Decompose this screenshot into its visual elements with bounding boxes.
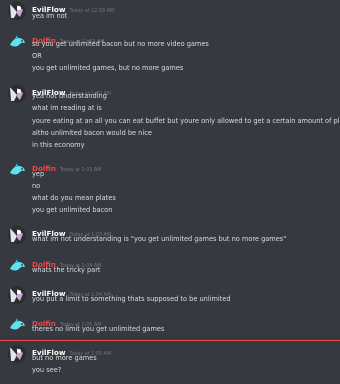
message-timestamp: Today at 12:58 AM (69, 9, 114, 14)
message-text: whats the tricky part (32, 266, 101, 274)
message-text: OR (32, 52, 42, 60)
message-text: what do you mean plates (32, 194, 116, 202)
message-timestamp: Today at 1:03 AM (59, 168, 102, 173)
message-text: yea not understanding (32, 92, 107, 100)
message-text: no (32, 182, 41, 190)
dolfin-avatar[interactable] (8, 316, 26, 334)
evilflow-avatar[interactable] (8, 286, 26, 304)
dolfin-avatar[interactable] (8, 33, 26, 51)
message-text: what im reading at is (32, 104, 102, 112)
message-text: you get unlimited games, but no more gam… (32, 64, 184, 72)
message-text: you see? (32, 366, 62, 374)
dolfin-avatar[interactable] (8, 161, 26, 179)
new-messages-divider (0, 340, 340, 341)
evilflow-avatar[interactable] (8, 2, 26, 20)
evilflow-avatar[interactable] (8, 85, 26, 103)
message-text: theres no limit you get unlimited games (32, 325, 165, 333)
evilflow-avatar[interactable] (8, 226, 26, 244)
message-text: you put a limit to something thats suppo… (32, 295, 231, 303)
dolfin-avatar[interactable] (8, 257, 26, 275)
message-text: yep (32, 170, 45, 178)
message-text: what im not understanding is "you get un… (32, 235, 287, 243)
evilflow-avatar[interactable] (8, 345, 26, 363)
message-text: yea im not (32, 12, 68, 20)
message-text: in this economy (32, 141, 85, 149)
message-text: altho unlimited bacon would be nice (32, 129, 152, 137)
message-text: so you get unlimited bacon but no more v… (32, 40, 209, 48)
message-text: but no more games (32, 354, 97, 362)
message-text: youre eating at an all you can eat buffe… (32, 117, 340, 125)
message-text: you get unlimited bacon (32, 206, 113, 214)
